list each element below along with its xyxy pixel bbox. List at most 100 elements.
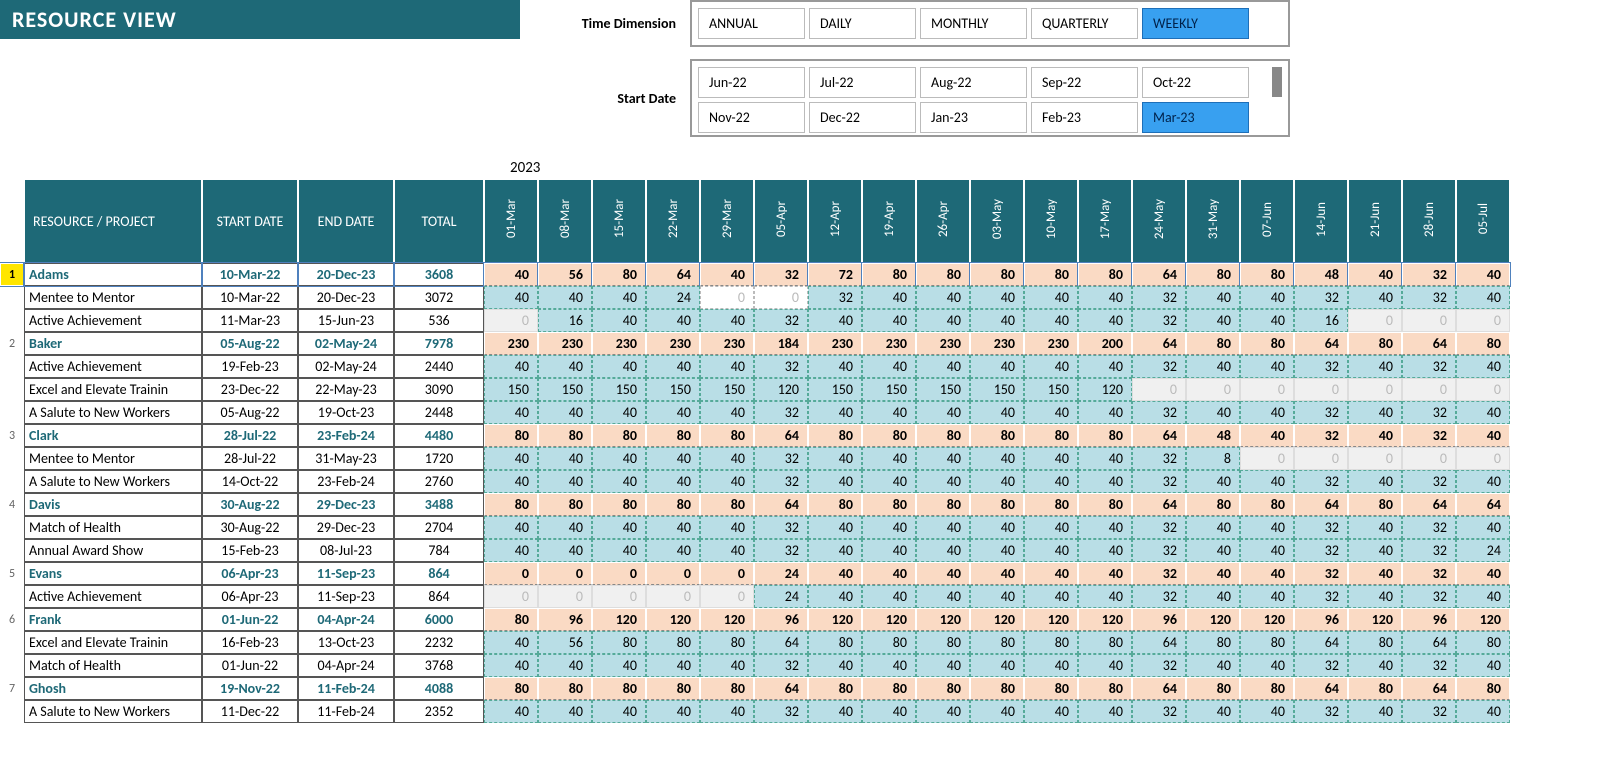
cell-value: 8 <box>1186 447 1240 470</box>
table-row[interactable]: Match of Health01-Jun-2204-Apr-243768404… <box>0 654 1510 677</box>
cell-value: 40 <box>1456 470 1510 493</box>
scrollbar-thumb[interactable] <box>1272 67 1282 97</box>
col-header-week[interactable]: 24-May <box>1132 179 1186 263</box>
cell-value: 0 <box>1348 378 1402 401</box>
col-header-week[interactable]: 05-Apr <box>754 179 808 263</box>
cell-end-date: 11-Feb-24 <box>298 677 394 700</box>
time-dimension-option[interactable]: WEEKLY <box>1142 8 1249 39</box>
cell-value: 80 <box>1024 677 1078 700</box>
cell-value: 40 <box>1186 401 1240 424</box>
cell-value: 40 <box>592 355 646 378</box>
cell-value: 32 <box>1132 447 1186 470</box>
cell-value: 0 <box>1240 447 1294 470</box>
start-date-option[interactable]: Jun-22 <box>698 67 805 98</box>
col-header-week[interactable]: 12-Apr <box>808 179 862 263</box>
cell-value: 40 <box>1024 447 1078 470</box>
col-header-week[interactable]: 22-Mar <box>646 179 700 263</box>
table-row[interactable]: 6Frank01-Jun-2204-Apr-246000809612012012… <box>0 608 1510 631</box>
col-header-week[interactable]: 26-Apr <box>916 179 970 263</box>
col-header-start[interactable]: START DATE <box>202 179 298 263</box>
table-row[interactable]: 4Davis30-Aug-2229-Dec-233488808080808064… <box>0 493 1510 516</box>
col-header-end[interactable]: END DATE <box>298 179 394 263</box>
start-date-slicer[interactable]: Jun-22Jul-22Aug-22Sep-22Oct-22 Nov-22Dec-… <box>690 59 1290 137</box>
start-date-option[interactable]: Sep-22 <box>1031 67 1138 98</box>
table-row[interactable]: Active Achievement06-Apr-2311-Sep-238640… <box>0 585 1510 608</box>
row-index: 2 <box>0 332 24 355</box>
table-row[interactable]: Excel and Elevate Trainin16-Feb-2313-Oct… <box>0 631 1510 654</box>
col-header-week[interactable]: 19-Apr <box>862 179 916 263</box>
table-row[interactable]: 1Adams10-Mar-2220-Dec-233608405680644032… <box>0 263 1510 286</box>
cell-value: 0 <box>1240 378 1294 401</box>
col-header-week[interactable]: 28-Jun <box>1402 179 1456 263</box>
col-header-week[interactable]: 29-Mar <box>700 179 754 263</box>
time-dimension-option[interactable]: QUARTERLY <box>1031 8 1138 39</box>
col-header-week[interactable]: 14-Jun <box>1294 179 1348 263</box>
table-row[interactable]: 3Clark28-Jul-2223-Feb-244480808080808064… <box>0 424 1510 447</box>
table-row[interactable]: 2Baker05-Aug-2202-May-247978230230230230… <box>0 332 1510 355</box>
table-row[interactable]: Mentee to Mentor10-Mar-2220-Dec-23307240… <box>0 286 1510 309</box>
row-index: 4 <box>0 493 24 516</box>
col-header-week[interactable]: 05-Jul <box>1456 179 1510 263</box>
row-index <box>0 700 24 723</box>
start-date-option[interactable]: Mar-23 <box>1142 102 1249 133</box>
table-row[interactable]: Mentee to Mentor28-Jul-2231-May-23172040… <box>0 447 1510 470</box>
col-header-week[interactable]: 17-May <box>1078 179 1132 263</box>
cell-value: 96 <box>538 608 592 631</box>
cell-value: 80 <box>1456 332 1510 355</box>
start-date-option[interactable]: Oct-22 <box>1142 67 1249 98</box>
cell-value: 40 <box>1024 401 1078 424</box>
cell-value: 40 <box>700 401 754 424</box>
cell-value: 40 <box>700 539 754 562</box>
col-header-week[interactable]: 08-Mar <box>538 179 592 263</box>
table-row[interactable]: 7Ghosh19-Nov-2211-Feb-244088808080808064… <box>0 677 1510 700</box>
cell-value: 40 <box>1348 539 1402 562</box>
col-header-resource[interactable]: RESOURCE / PROJECT <box>24 179 202 263</box>
table-row[interactable]: Active Achievement11-Mar-2315-Jun-235360… <box>0 309 1510 332</box>
table-row[interactable]: Match of Health30-Aug-2229-Dec-232704404… <box>0 516 1510 539</box>
start-date-option[interactable]: Nov-22 <box>698 102 805 133</box>
cell-end-date: 20-Dec-23 <box>298 263 394 286</box>
col-header-week[interactable]: 31-May <box>1186 179 1240 263</box>
start-date-option[interactable]: Jan-23 <box>920 102 1027 133</box>
table-row[interactable]: Active Achievement19-Feb-2302-May-242440… <box>0 355 1510 378</box>
cell-value: 40 <box>970 401 1024 424</box>
col-header-week[interactable]: 10-May <box>1024 179 1078 263</box>
start-date-option[interactable]: Dec-22 <box>809 102 916 133</box>
time-dimension-option[interactable]: DAILY <box>809 8 916 39</box>
table-row[interactable]: A Salute to New Workers05-Aug-2219-Oct-2… <box>0 401 1510 424</box>
cell-value: 0 <box>646 562 700 585</box>
start-date-option[interactable]: Aug-22 <box>920 67 1027 98</box>
cell-value: 40 <box>1024 585 1078 608</box>
cell-value: 32 <box>754 539 808 562</box>
cell-value: 80 <box>970 424 1024 447</box>
time-dimension-slicer[interactable]: ANNUALDAILYMONTHLYQUARTERLYWEEKLY <box>690 0 1290 47</box>
cell-value: 230 <box>646 332 700 355</box>
col-header-week[interactable]: 21-Jun <box>1348 179 1402 263</box>
col-header-week[interactable]: 15-Mar <box>592 179 646 263</box>
table-row[interactable]: A Salute to New Workers14-Oct-2223-Feb-2… <box>0 470 1510 493</box>
cell-value: 0 <box>1456 447 1510 470</box>
time-dimension-option[interactable]: ANNUAL <box>698 8 805 39</box>
col-header-week[interactable]: 07-Jun <box>1240 179 1294 263</box>
cell-value: 80 <box>646 493 700 516</box>
time-dimension-option[interactable]: MONTHLY <box>920 8 1027 39</box>
cell-start-date: 16-Feb-23 <box>202 631 298 654</box>
table-row[interactable]: 5Evans06-Apr-2311-Sep-238640000024404040… <box>0 562 1510 585</box>
col-header-week[interactable]: 01-Mar <box>484 179 538 263</box>
cell-value: 40 <box>484 631 538 654</box>
table-row[interactable]: Excel and Elevate Trainin23-Dec-2222-May… <box>0 378 1510 401</box>
cell-value: 40 <box>808 585 862 608</box>
cell-value: 120 <box>1078 378 1132 401</box>
col-header-week[interactable]: 03-May <box>970 179 1024 263</box>
cell-value: 80 <box>1186 263 1240 286</box>
col-header-total[interactable]: TOTAL <box>394 179 484 263</box>
table-row[interactable]: Annual Award Show15-Feb-2308-Jul-2378440… <box>0 539 1510 562</box>
cell-value: 64 <box>754 493 808 516</box>
cell-name: Ghosh <box>24 677 202 700</box>
cell-value: 40 <box>808 309 862 332</box>
cell-value: 40 <box>1240 401 1294 424</box>
start-date-option[interactable]: Feb-23 <box>1031 102 1138 133</box>
table-row[interactable]: A Salute to New Workers11-Dec-2211-Feb-2… <box>0 700 1510 723</box>
start-date-option[interactable]: Jul-22 <box>809 67 916 98</box>
cell-value: 120 <box>592 608 646 631</box>
